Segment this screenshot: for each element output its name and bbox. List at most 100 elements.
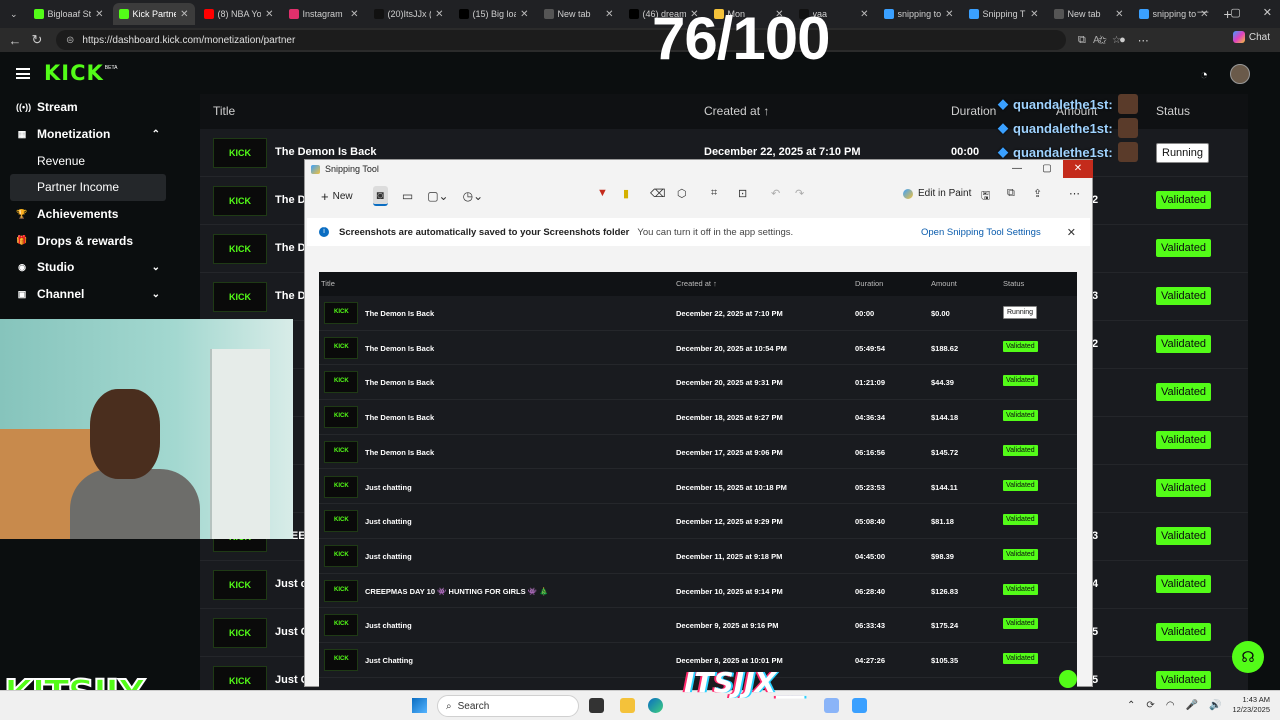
back-icon[interactable]: ←	[4, 33, 26, 48]
col-created[interactable]: Created at ↑	[704, 104, 769, 118]
copy-icon[interactable]: ⧉	[1007, 187, 1015, 200]
inner-row-duration: 05:08:40	[855, 517, 886, 527]
chevron-icon[interactable]: ⌃	[152, 129, 160, 140]
save-icon[interactable]: 🖫	[981, 187, 990, 206]
store-icon[interactable]	[824, 698, 839, 713]
shapes-icon[interactable]: ⬡	[677, 187, 687, 200]
sync-icon[interactable]: ⟳	[1146, 700, 1154, 711]
copilot-chat-button[interactable]: Chat	[1232, 31, 1270, 43]
volume-icon[interactable]: 🔊	[1209, 700, 1221, 711]
taskbar-search[interactable]: ⌕ Search	[437, 695, 579, 717]
browser-tab[interactable]: (20)ItsJJx (l ✕	[368, 3, 450, 25]
sidebar-item[interactable]: 🎁 Drops & rewards	[0, 227, 176, 254]
ballpoint-pen-icon[interactable]: ▼	[597, 187, 608, 199]
tray-overflow-icon[interactable]: ⌃	[1127, 700, 1135, 711]
url-field[interactable]: ⊜ https://dashboard.kick.com/monetizatio…	[56, 30, 1121, 50]
sidebar-item[interactable]: ((•)) Stream	[0, 94, 176, 121]
sidebar-item[interactable]: Partner Income	[10, 174, 166, 201]
stream-thumbnail[interactable]	[213, 570, 267, 600]
tab-close-icon[interactable]: ✕	[860, 9, 868, 20]
text-actions-icon[interactable]: ⊡	[738, 187, 747, 200]
video-icon[interactable]: ▭	[402, 189, 413, 203]
snipping-taskbar-icon[interactable]	[852, 698, 867, 713]
col-title[interactable]: Title	[213, 104, 235, 118]
hamburger-menu-icon[interactable]	[16, 67, 30, 79]
site-info-icon[interactable]: ⊜	[66, 35, 74, 46]
browser-tab[interactable]: Kick Partner ✕	[112, 3, 195, 25]
browser-tab[interactable]: (8) NBA You ✕	[198, 3, 280, 25]
browser-tab[interactable]: snipping to ✕	[878, 3, 960, 25]
tab-close-icon[interactable]: ✕	[265, 9, 273, 20]
snip-close-button[interactable]: ✕	[1063, 160, 1093, 178]
new-snip-button[interactable]: + New	[315, 187, 359, 206]
tab-close-icon[interactable]: ✕	[180, 9, 188, 20]
edge-icon[interactable]	[648, 698, 663, 713]
eraser-icon[interactable]: ⌫	[650, 187, 666, 200]
tab-close-icon[interactable]: ✕	[435, 9, 443, 20]
timer-icon[interactable]: ◷⌄	[463, 189, 484, 203]
kick-logo[interactable]: KICK	[44, 61, 104, 85]
stream-thumbnail[interactable]	[213, 186, 267, 216]
sidebar-item[interactable]: ▣ Channel ⌄	[0, 281, 176, 308]
file-explorer-icon[interactable]	[620, 698, 635, 713]
inner-row-amount: $105.35	[931, 656, 959, 665]
highlighter-icon[interactable]: ▮	[623, 187, 629, 200]
close-banner-icon[interactable]: ✕	[1067, 226, 1076, 239]
more-options-icon[interactable]: ⋯	[1069, 187, 1080, 200]
open-settings-link[interactable]: Open Snipping Tool Settings	[921, 227, 1041, 238]
crop-icon[interactable]: ⌗	[711, 187, 717, 200]
clock[interactable]: 1:43 AM 12/23/2025	[1232, 695, 1270, 715]
close-window-button[interactable]: ✕	[1263, 6, 1272, 19]
tab-close-icon[interactable]: ✕	[945, 9, 953, 20]
chevron-icon[interactable]: ⌄	[152, 262, 160, 273]
shape-mode-icon[interactable]: ▢⌄	[427, 189, 448, 203]
mic-icon[interactable]: 🎤	[1186, 700, 1198, 711]
notifications-icon[interactable]: ◔	[1200, 67, 1208, 82]
support-chat-button[interactable]: ☊	[1232, 641, 1264, 673]
snip-maximize-button[interactable]: ▢	[1032, 160, 1062, 178]
stream-thumbnail[interactable]	[213, 618, 267, 648]
browser-tab[interactable]: New tab ✕	[1048, 3, 1130, 25]
camera-icon[interactable]: ◙	[372, 186, 388, 206]
wifi-icon[interactable]: ◠	[1166, 700, 1175, 711]
chat-emote	[1117, 94, 1138, 114]
browser-tab[interactable]: (15) Big loa ✕	[453, 3, 535, 25]
tab-list-chevron-icon[interactable]: ⌄	[10, 9, 18, 20]
more-menu-icon[interactable]: ⋯	[1138, 34, 1149, 47]
browser-tab[interactable]: Snipping T ✕	[963, 3, 1045, 25]
share-icon[interactable]: ⇪	[1033, 187, 1042, 200]
inner-row-amount: $0.00	[931, 309, 950, 318]
minimize-button[interactable]: —	[1197, 6, 1208, 19]
extensions-icon[interactable]: ⧉	[1078, 34, 1086, 47]
reload-icon[interactable]: ↻	[26, 32, 48, 48]
tab-close-icon[interactable]: ✕	[605, 9, 613, 20]
sidebar-item[interactable]: Revenue	[0, 147, 176, 174]
stream-thumbnail[interactable]	[213, 138, 267, 168]
sidebar-item[interactable]: ▦ Monetization ⌃	[0, 121, 176, 148]
sidebar-item[interactable]: 🏆 Achievements	[0, 201, 176, 228]
chevron-icon[interactable]: ⌄	[152, 289, 160, 300]
tab-close-icon[interactable]: ✕	[520, 9, 528, 20]
edit-in-paint-button[interactable]: Edit in Paint	[903, 188, 971, 199]
maximize-button[interactable]: ▢	[1230, 6, 1240, 19]
tab-close-icon[interactable]: ✕	[1115, 9, 1123, 20]
browser-tab[interactable]: New tab ✕	[538, 3, 620, 25]
undo-icon[interactable]: ↶	[771, 187, 780, 200]
read-aloud-icon[interactable]: A⁾	[1093, 35, 1102, 46]
inner-status-badge: Validated	[1003, 618, 1038, 630]
windows-start-icon[interactable]	[412, 698, 427, 713]
redo-icon[interactable]: ↷	[795, 187, 804, 200]
sidebar-item[interactable]: ◉ Studio ⌄	[0, 254, 176, 281]
user-avatar[interactable]	[1230, 64, 1250, 84]
task-view-icon[interactable]	[589, 698, 604, 713]
tab-close-icon[interactable]: ✕	[95, 9, 103, 20]
tab-close-icon[interactable]: ✕	[1030, 9, 1038, 20]
browser-tab[interactable]: Instagram ✕	[283, 3, 365, 25]
snip-minimize-button[interactable]: —	[1002, 160, 1032, 178]
stream-thumbnail[interactable]	[213, 234, 267, 264]
tab-close-icon[interactable]: ✕	[350, 9, 358, 20]
stream-thumbnail[interactable]	[213, 282, 267, 312]
browser-tab[interactable]: Bigloaaf St ✕	[28, 3, 110, 25]
favorite-star-icon[interactable]: ☆	[1112, 35, 1121, 46]
inner-table-row: Just chatting December 11, 2025 at 9:18 …	[319, 539, 1077, 574]
